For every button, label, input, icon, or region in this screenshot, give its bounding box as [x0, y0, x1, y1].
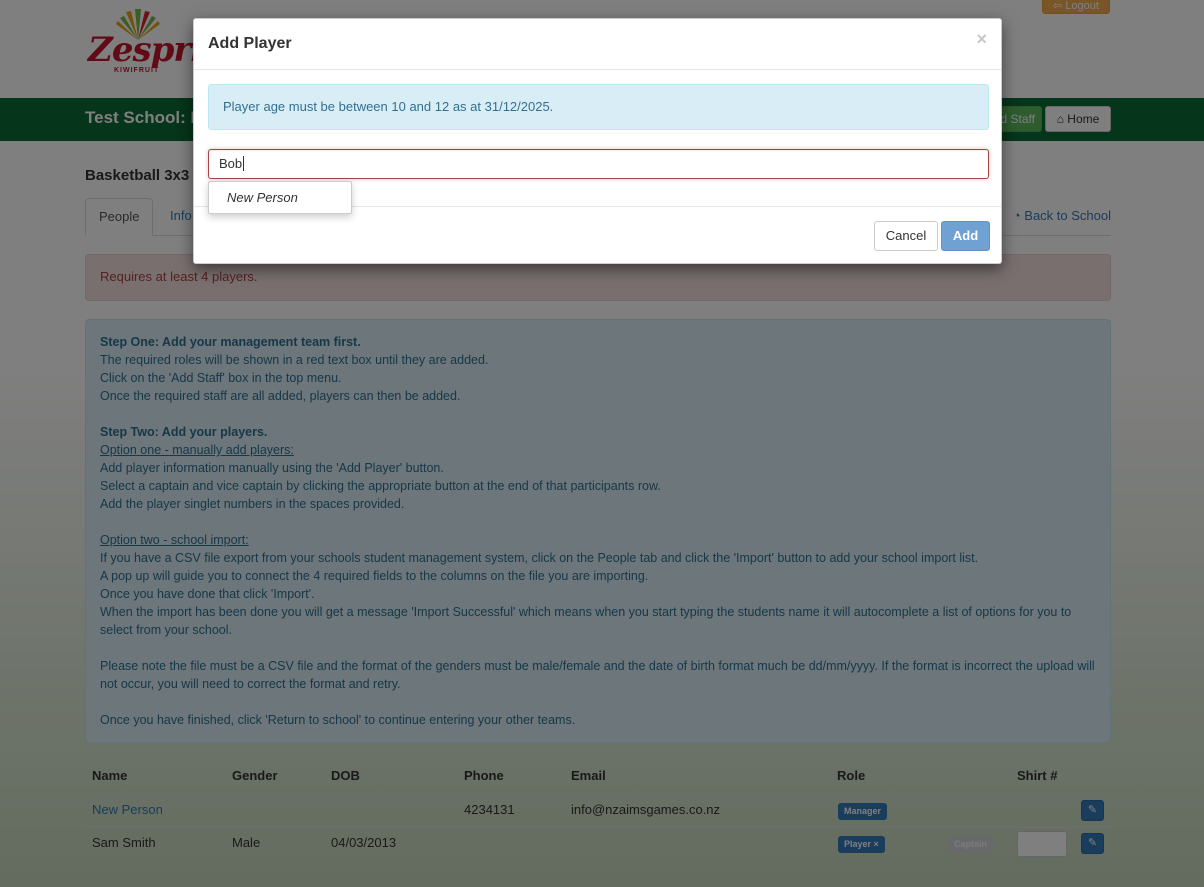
close-icon[interactable]: × — [976, 29, 987, 50]
cancel-button[interactable]: Cancel — [874, 221, 938, 251]
add-button[interactable]: Add — [941, 221, 990, 251]
autocomplete-suggestion[interactable]: New Person — [208, 181, 352, 214]
modal-title: Add Player — [208, 35, 292, 52]
player-search-input[interactable]: Bob — [208, 149, 989, 179]
player-search-value: Bob — [219, 156, 243, 171]
text-caret — [243, 156, 245, 171]
age-info-alert: Player age must be between 10 and 12 as … — [208, 84, 989, 130]
add-player-modal: Add Player × Player age must be between … — [193, 18, 1002, 264]
modal-header: Add Player × — [194, 19, 1001, 70]
